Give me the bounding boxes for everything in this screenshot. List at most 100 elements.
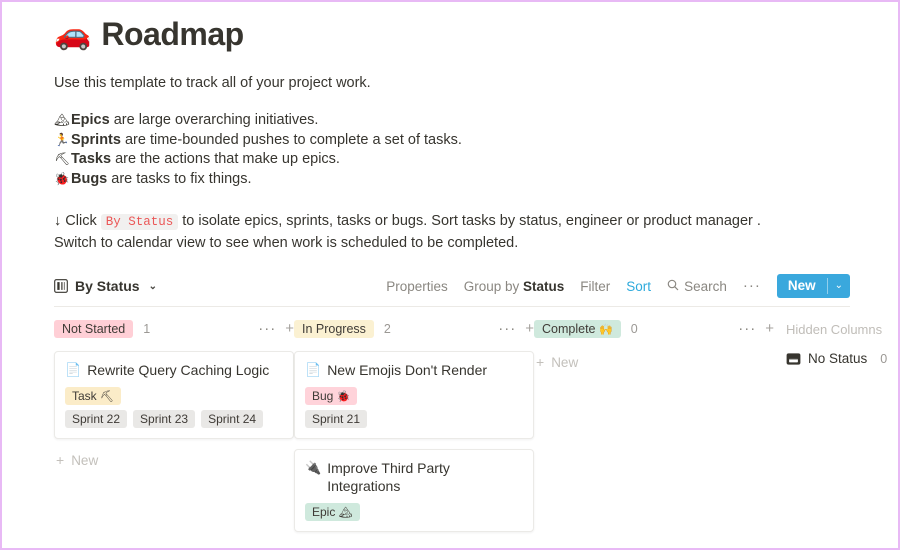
instruction-line-2: Switch to calendar view to see when work… xyxy=(54,233,850,254)
type-tag-label: Task xyxy=(72,389,97,403)
legend-desc: are tasks to fix things. xyxy=(107,171,251,187)
card-sprint-tags: Sprint 22 Sprint 23 Sprint 24 xyxy=(65,410,283,428)
new-button-label: New xyxy=(777,274,827,298)
properties-button[interactable]: Properties xyxy=(386,279,448,294)
instruction-prefix: ↓ Click xyxy=(54,213,101,229)
column-header: Not Started 1 ··· + xyxy=(54,317,294,341)
board-card[interactable]: 📄 Rewrite Query Caching Logic Task ⛏ Spr… xyxy=(54,351,294,439)
search-button[interactable]: Search xyxy=(667,279,727,294)
sprint-tag: Sprint 21 xyxy=(305,410,367,428)
column-actions: ··· + xyxy=(498,323,534,335)
filter-button[interactable]: Filter xyxy=(580,279,610,294)
legend-desc: are time-bounded pushes to complete a se… xyxy=(121,132,462,148)
intro-paragraph: Use this template to track all of your p… xyxy=(54,75,850,91)
hidden-columns-section: Hidden Columns No Status 0 xyxy=(774,317,887,366)
group-by-value: Status xyxy=(523,279,564,294)
mountain-icon: 🏔 xyxy=(54,111,71,131)
sprint-tag: Sprint 24 xyxy=(201,410,263,428)
plug-icon: 🔌 xyxy=(305,459,321,476)
mountain-icon: 🏔 xyxy=(339,507,353,519)
board-view-icon xyxy=(54,279,68,293)
legend-term: Epics xyxy=(71,112,110,128)
card-title-text: Rewrite Query Caching Logic xyxy=(87,361,269,379)
column-more-button[interactable]: ··· xyxy=(498,324,516,334)
ladybug-icon: 🐞 xyxy=(337,391,351,403)
sort-button[interactable]: Sort xyxy=(626,279,651,294)
card-title: 📄 Rewrite Query Caching Logic xyxy=(65,361,283,379)
page-document-icon: 📄 xyxy=(305,361,321,378)
card-type-tags: Bug 🐞 xyxy=(305,387,523,405)
board-column-not-started: Not Started 1 ··· + 📄 Rewrite Query Cach… xyxy=(54,317,294,471)
status-badge-label: Complete xyxy=(542,322,596,336)
add-new-label: New xyxy=(71,453,98,468)
new-button-chevron-down-icon: ⌄ xyxy=(828,274,850,298)
group-by-button[interactable]: Group by Status xyxy=(464,279,565,294)
search-label: Search xyxy=(684,279,727,294)
page-document-icon: 📄 xyxy=(65,361,81,378)
card-title: 🔌 Improve Third Party Integrations xyxy=(305,459,523,495)
new-button[interactable]: New ⌄ xyxy=(777,274,850,298)
sprint-tag: Sprint 22 xyxy=(65,410,127,428)
hidden-column-name: No Status xyxy=(808,351,867,366)
board-card[interactable]: 🔌 Improve Third Party Integrations Epic … xyxy=(294,449,534,532)
inline-code-by-status: By Status xyxy=(101,214,179,230)
column-more-button[interactable]: ··· xyxy=(258,324,276,334)
add-new-card-button[interactable]: + New xyxy=(54,449,294,471)
add-new-card-button[interactable]: + New xyxy=(294,542,534,550)
kanban-board: Not Started 1 ··· + 📄 Rewrite Query Cach… xyxy=(54,317,850,550)
column-add-button[interactable]: + xyxy=(765,323,774,335)
card-sprint-tags: Sprint 21 xyxy=(305,410,523,428)
plus-icon: + xyxy=(56,452,64,468)
column-add-button[interactable]: + xyxy=(285,323,294,335)
add-new-card-button[interactable]: + New xyxy=(534,351,774,373)
instruction-line-1: ↓ Click By Status to isolate epics, spri… xyxy=(54,211,850,233)
card-title: 📄 New Emojis Don't Render xyxy=(305,361,523,379)
view-tab-by-status[interactable]: By Status ⌄ xyxy=(54,278,157,294)
instruction-suffix: to isolate epics, sprints, tasks or bugs… xyxy=(178,213,761,229)
column-actions: ··· + xyxy=(738,323,774,335)
plus-icon: + xyxy=(296,545,304,550)
column-count: 2 xyxy=(384,322,391,336)
legend-term: Tasks xyxy=(71,151,111,167)
page-title: 🚗 Roadmap xyxy=(54,16,850,53)
raising-hands-icon: 🙌 xyxy=(599,324,613,336)
type-tag-bug: Bug 🐞 xyxy=(305,387,357,405)
sprint-tag: Sprint 23 xyxy=(133,410,195,428)
type-tag-task: Task ⛏ xyxy=(65,387,121,405)
card-title-text: Improve Third Party Integrations xyxy=(327,459,523,495)
legend-desc: are large overarching initiatives. xyxy=(110,112,319,128)
chevron-down-icon: ⌄ xyxy=(149,281,157,292)
page-title-text: Roadmap xyxy=(101,16,243,53)
column-header: In Progress 2 ··· + xyxy=(294,317,534,341)
ladybug-icon: 🐞 xyxy=(54,170,71,190)
type-tag-epic: Epic 🏔 xyxy=(305,503,360,521)
plus-icon: + xyxy=(536,354,544,370)
search-icon xyxy=(667,279,679,294)
runner-icon: 🏃 xyxy=(54,131,71,151)
status-badge[interactable]: Complete 🙌 xyxy=(534,320,621,338)
hidden-column-no-status[interactable]: No Status 0 xyxy=(786,351,887,366)
column-count: 1 xyxy=(143,322,150,336)
hidden-column-count: 0 xyxy=(880,352,887,366)
status-badge[interactable]: In Progress xyxy=(294,320,374,338)
status-badge[interactable]: Not Started xyxy=(54,320,133,338)
notion-page: 🚗 Roadmap Use this template to track all… xyxy=(0,0,900,550)
column-add-button[interactable]: + xyxy=(525,323,534,335)
page-content: 🚗 Roadmap Use this template to track all… xyxy=(2,2,898,550)
car-icon: 🚗 xyxy=(54,20,91,50)
legend-block: 🏔Epics are large overarching initiatives… xyxy=(54,111,850,189)
tray-icon xyxy=(786,352,801,366)
toolbar-actions: Properties Group by Status Filter Sort S… xyxy=(386,274,850,298)
toolbar-more-button[interactable]: ··· xyxy=(743,281,761,291)
legend-term: Sprints xyxy=(71,132,121,148)
board-card[interactable]: 📄 New Emojis Don't Render Bug 🐞 Sprint 2… xyxy=(294,351,534,439)
card-type-tags: Epic 🏔 xyxy=(305,503,523,521)
legend-item-sprints: 🏃Sprints are time-bounded pushes to comp… xyxy=(54,131,850,151)
card-type-tags: Task ⛏ xyxy=(65,387,283,405)
pick-icon: ⛏ xyxy=(100,391,114,403)
group-by-prefix: Group by xyxy=(464,279,523,294)
column-count: 0 xyxy=(631,322,638,336)
column-header: Complete 🙌 0 ··· + xyxy=(534,317,774,341)
legend-desc: are the actions that make up epics. xyxy=(111,151,340,167)
column-more-button[interactable]: ··· xyxy=(738,324,756,334)
